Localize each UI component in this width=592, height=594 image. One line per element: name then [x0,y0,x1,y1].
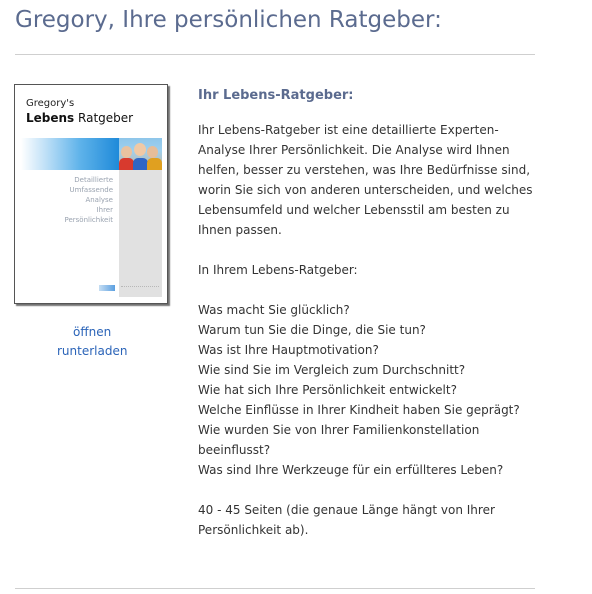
content-body: Ihr Lebens-Ratgeber ist eine detailliert… [198,120,538,540]
cover-footer-line [121,286,159,290]
cover-logo-icon [99,285,115,291]
bottom-divider [15,588,535,589]
cover-line: Analyse [85,196,113,204]
download-link[interactable]: runterladen [57,344,127,358]
cover-title: Lebens Ratgeber [26,111,133,125]
cover-title-rest: Ratgeber [74,111,134,125]
list-item: Wie hat sich Ihre Persönlichkeit entwick… [198,383,457,397]
cover-photo [119,138,162,170]
list-item: Was ist Ihre Hauptmotivation? [198,343,379,357]
list-item: Was macht Sie glücklich? [198,303,350,317]
list-intro: In Ihrem Lebens-Ratgeber: [198,263,358,277]
cover-title-bold: Lebens [26,111,75,125]
cover-photo-face [147,146,158,158]
cover-blue-band [21,138,119,170]
cover-gray-column [119,170,162,297]
list-item: Welche Einflüsse in Ihrer Kindheit haben… [198,403,520,417]
question-list: Was macht Sie glücklich? Warum tun Sie d… [198,300,538,480]
page-title: Gregory, Ihre persönlichen Ratgeber: [15,7,442,33]
open-link[interactable]: öffnen [73,325,111,339]
cover-photo-person [147,158,162,170]
section-heading: Ihr Lebens-Ratgeber: [198,88,354,103]
list-item: Was sind Ihre Werkzeuge für ein erfüllte… [198,463,504,477]
cover-line: Umfassende [69,186,113,194]
top-divider [15,54,535,55]
cover-photo-face [134,143,146,156]
intro-paragraph: Ihr Lebens-Ratgeber ist eine detailliert… [198,123,533,237]
cover-subtitle: Gregory's [26,98,75,109]
cover-line: Persönlichkeit [64,216,114,224]
cover-photo-face [121,146,132,158]
list-item: Wie sind Sie im Vergleich zum Durchschni… [198,363,466,377]
cover-line: Detaillierte [74,176,113,184]
cover-text-lines: Detaillierte Umfassende Analyse Ihrer Pe… [21,175,114,225]
cover-photo-person [119,158,134,170]
cover-photo-person [133,158,148,170]
pages-note: 40 - 45 Seiten (die genaue Länge hängt v… [198,503,495,537]
list-item: Wie wurden Sie von Ihrer Familienkonstel… [198,423,480,457]
cover-line: Ihrer [96,206,113,214]
book-cover: Gregory's Lebens Ratgeber Detaillierte U… [14,84,168,304]
list-item: Warum tun Sie die Dinge, die Sie tun? [198,323,426,337]
